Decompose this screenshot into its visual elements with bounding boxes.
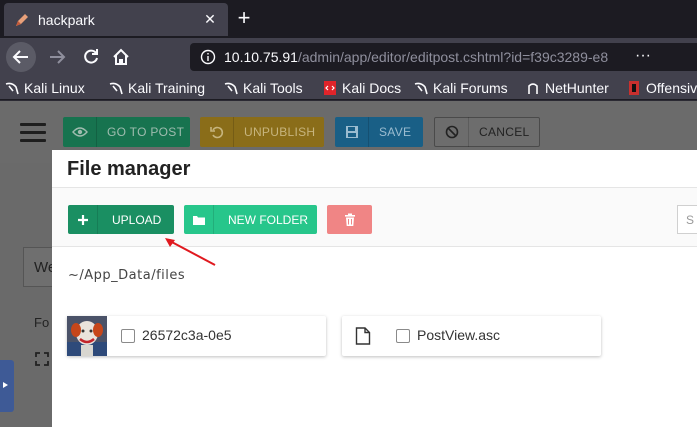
forward-button[interactable] bbox=[42, 42, 72, 72]
home-button[interactable] bbox=[106, 42, 136, 72]
annotation-arrow-icon bbox=[165, 238, 216, 266]
bookmark-kali-training[interactable]: Kali Training bbox=[108, 79, 205, 97]
browser-tabbar: hackpark ✕ + bbox=[0, 0, 697, 38]
url-host: 10.10.75.91 bbox=[224, 49, 298, 65]
nethunter-icon bbox=[528, 83, 538, 94]
floppy-icon bbox=[335, 117, 369, 147]
file-checkbox[interactable] bbox=[396, 329, 410, 343]
unpublish-label: UNPUBLISH bbox=[244, 125, 316, 139]
file-name: 26572c3a-0e5 bbox=[142, 327, 232, 343]
url-bar[interactable]: 10.10.75.91/admin/app/editor/editpost.cs… bbox=[190, 43, 697, 71]
eye-icon bbox=[63, 117, 97, 147]
expand-icon[interactable] bbox=[34, 351, 50, 367]
save-button[interactable]: SAVE bbox=[335, 117, 423, 147]
go-to-post-button[interactable]: GO TO POST bbox=[63, 117, 190, 147]
kali-dragon-icon bbox=[224, 82, 238, 95]
file-name: PostView.asc bbox=[417, 327, 501, 343]
bookmark-kali-docs[interactable]: Kali Docs bbox=[322, 79, 401, 97]
document-icon bbox=[355, 327, 371, 345]
close-tab-icon[interactable]: ✕ bbox=[200, 9, 220, 29]
folder-icon bbox=[184, 205, 214, 234]
side-handle-button[interactable] bbox=[0, 360, 14, 412]
upload-button[interactable]: UPLOAD bbox=[68, 205, 174, 234]
home-icon bbox=[113, 48, 129, 65]
kali-docs-icon bbox=[324, 81, 336, 95]
file-manager-dialog: File manager UPLOAD NEW FOLDER S ~/App_D… bbox=[52, 150, 697, 427]
bookmark-label: Kali Linux bbox=[24, 80, 85, 96]
tab-title: hackpark bbox=[38, 12, 95, 28]
info-icon[interactable] bbox=[200, 49, 216, 65]
bookmark-nethunter[interactable]: NetHunter bbox=[525, 79, 609, 97]
menu-icon[interactable] bbox=[20, 123, 46, 143]
trash-icon bbox=[344, 213, 355, 226]
new-folder-button[interactable]: NEW FOLDER bbox=[184, 205, 317, 234]
save-label: SAVE bbox=[379, 125, 412, 139]
back-arrow-icon bbox=[12, 50, 28, 64]
kali-dragon-icon bbox=[109, 82, 123, 95]
image-thumbnail bbox=[67, 316, 107, 356]
delete-button[interactable] bbox=[327, 205, 372, 234]
upload-label: UPLOAD bbox=[112, 212, 162, 227]
bookmarks-bar: Kali Linux Kali Training Kali Tools Kali… bbox=[0, 76, 697, 100]
bookmark-label: Kali Tools bbox=[243, 80, 303, 96]
file-item[interactable]: 26572c3a-0e5 bbox=[67, 316, 326, 356]
go-to-post-label: GO TO POST bbox=[107, 125, 185, 139]
field-label: Fo bbox=[34, 315, 50, 330]
url-text[interactable]: 10.10.75.91/admin/app/editor/editpost.cs… bbox=[224, 49, 608, 65]
new-folder-label: NEW FOLDER bbox=[228, 212, 309, 227]
reload-button[interactable] bbox=[76, 42, 106, 72]
bookmark-label: Kali Docs bbox=[342, 80, 402, 96]
kali-dragon-icon bbox=[5, 82, 19, 95]
bookmark-kali-tools[interactable]: Kali Tools bbox=[223, 79, 303, 97]
bookmark-label: Kali Training bbox=[128, 80, 206, 96]
search-input[interactable]: S bbox=[677, 205, 697, 234]
browser-tab[interactable]: hackpark ✕ bbox=[4, 3, 228, 36]
file-item[interactable]: PostView.asc bbox=[342, 316, 601, 356]
back-button[interactable] bbox=[6, 42, 36, 72]
dialog-title: File manager bbox=[67, 158, 191, 180]
bookmark-kali-linux[interactable]: Kali Linux bbox=[4, 79, 85, 97]
file-checkbox[interactable] bbox=[121, 329, 135, 343]
browser-navbar: 10.10.75.91/admin/app/editor/editpost.cs… bbox=[0, 38, 697, 76]
bookmark-offensive[interactable]: Offensiv bbox=[626, 79, 697, 97]
url-path: /admin/app/editor/editpost.cshtml?id=f39… bbox=[297, 49, 609, 65]
forward-arrow-icon bbox=[50, 50, 66, 64]
undo-icon bbox=[200, 117, 234, 147]
page-actions-icon[interactable]: ··· bbox=[635, 47, 651, 65]
bookmark-label: Offensiv bbox=[646, 80, 697, 96]
bookmark-label: NetHunter bbox=[545, 80, 609, 96]
offsec-icon bbox=[629, 81, 639, 95]
ban-icon bbox=[435, 117, 469, 147]
screen: hackpark ✕ + 10.10.75.91/admin/app/edito… bbox=[0, 0, 697, 427]
reload-icon bbox=[84, 49, 98, 64]
new-tab-button[interactable]: + bbox=[234, 7, 254, 29]
bookmark-kali-forums[interactable]: Kali Forums bbox=[413, 79, 508, 97]
kali-dragon-icon bbox=[414, 82, 428, 95]
cancel-button[interactable]: CANCEL bbox=[434, 117, 540, 147]
plus-icon bbox=[68, 205, 98, 234]
bookmark-label: Kali Forums bbox=[433, 80, 508, 96]
file-manager-toolbar: UPLOAD NEW FOLDER S bbox=[52, 188, 697, 247]
unpublish-button[interactable]: UNPUBLISH bbox=[200, 117, 324, 147]
pen-favicon-icon bbox=[16, 14, 28, 26]
cancel-label: CANCEL bbox=[479, 125, 530, 139]
